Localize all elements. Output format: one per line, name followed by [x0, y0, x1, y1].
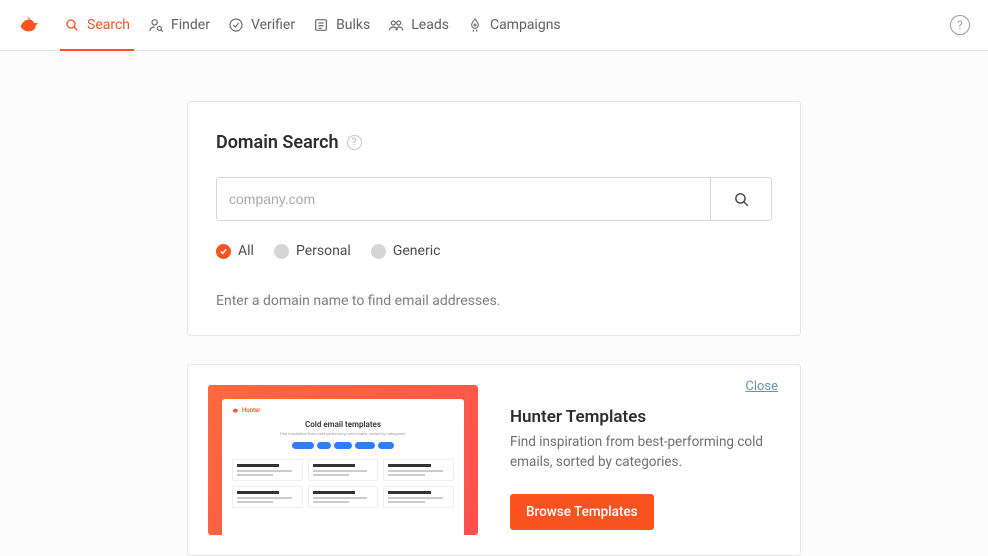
finder-icon: [148, 17, 164, 33]
nav-label: Search: [87, 17, 130, 33]
verifier-icon: [228, 17, 244, 33]
radio-unchecked-icon: [274, 244, 289, 259]
nav-label: Finder: [171, 17, 210, 33]
main-content: Domain Search ? All Personal: [0, 51, 988, 556]
hunter-logo-icon: [232, 407, 239, 414]
search-icon: [733, 191, 750, 208]
filter-label: Personal: [296, 243, 351, 259]
filter-all[interactable]: All: [216, 243, 254, 259]
nav-label: Campaigns: [490, 17, 561, 33]
brand-logo[interactable]: [18, 14, 40, 36]
filter-label: Generic: [393, 243, 441, 259]
nav-item-campaigns[interactable]: Campaigns: [467, 0, 561, 50]
domain-search-card: Domain Search ? All Personal: [187, 101, 801, 336]
help-icon: ?: [957, 18, 963, 32]
filter-row: All Personal Generic: [216, 243, 772, 259]
domain-input[interactable]: [216, 177, 710, 221]
nav-label: Bulks: [336, 17, 370, 33]
promo-card: Close Hunter Cold email templates Find i…: [187, 364, 801, 556]
nav-item-leads[interactable]: Leads: [388, 0, 449, 50]
radio-unchecked-icon: [371, 244, 386, 259]
promo-preview-image: Hunter Cold email templates Find inspira…: [208, 385, 478, 535]
promo-close-link[interactable]: Close: [745, 379, 778, 394]
search-row: [216, 177, 772, 221]
help-button[interactable]: ?: [950, 15, 970, 35]
nav-item-bulks[interactable]: Bulks: [313, 0, 370, 50]
browse-templates-button[interactable]: Browse Templates: [510, 494, 654, 530]
nav-item-search[interactable]: Search: [64, 0, 130, 50]
search-icon: [64, 17, 80, 33]
card-help-icon[interactable]: ?: [347, 135, 362, 150]
hunter-logo-icon: [18, 14, 40, 36]
promo-title: Hunter Templates: [510, 407, 778, 427]
radio-checked-icon: [216, 244, 231, 259]
filter-generic[interactable]: Generic: [371, 243, 441, 259]
bulks-icon: [313, 17, 329, 33]
hint-text: Enter a domain name to find email addres…: [216, 293, 772, 309]
main-nav: Search Finder Verifier: [64, 0, 561, 50]
top-bar: Search Finder Verifier: [0, 0, 988, 51]
nav-label: Leads: [411, 17, 449, 33]
filter-label: All: [238, 243, 254, 259]
campaigns-icon: [467, 17, 483, 33]
nav-item-finder[interactable]: Finder: [148, 0, 210, 50]
search-button[interactable]: [710, 177, 772, 221]
promo-text-block: Hunter Templates Find inspiration from b…: [510, 385, 778, 535]
filter-personal[interactable]: Personal: [274, 243, 351, 259]
card-title: Domain Search: [216, 132, 339, 153]
promo-description: Find inspiration from best-performing co…: [510, 433, 778, 472]
leads-icon: [388, 17, 404, 33]
nav-item-verifier[interactable]: Verifier: [228, 0, 295, 50]
nav-label: Verifier: [251, 17, 295, 33]
